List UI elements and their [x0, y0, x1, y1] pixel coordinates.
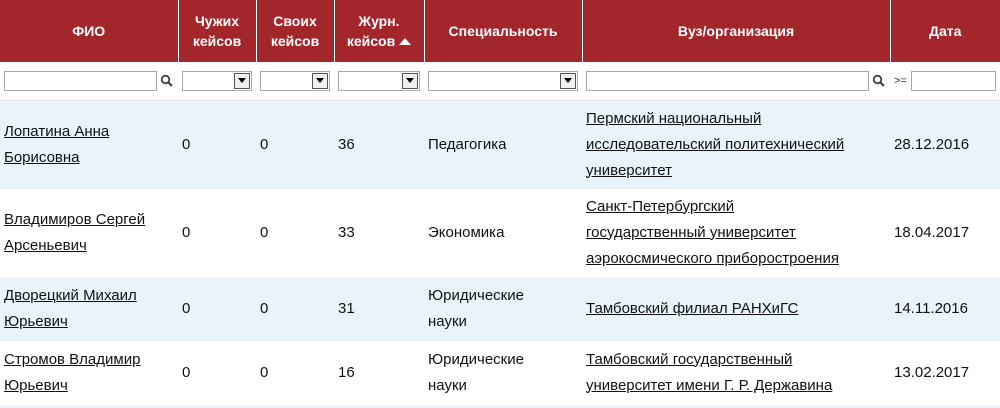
header-date[interactable]: Дата: [890, 0, 1000, 62]
header-own-cases[interactable]: Своих кейсов: [256, 0, 335, 62]
cell-journal-cases: 33: [334, 188, 424, 277]
other-cases-filter-select[interactable]: [182, 70, 252, 91]
filter-cell-other: [178, 62, 256, 101]
table-row-partial: [0, 404, 1000, 408]
specialty-filter-select[interactable]: [428, 70, 578, 91]
expert-name-link[interactable]: Лопатина Анна Борисовна: [4, 123, 109, 166]
chevron-down-icon: [316, 78, 324, 84]
cell-other-cases: 0: [178, 188, 256, 277]
organization-link[interactable]: Санкт-Петербургский государственный униве…: [586, 198, 839, 267]
cell-journal-cases: 36: [334, 100, 424, 189]
dropdown-button[interactable]: [402, 72, 418, 89]
organization-link[interactable]: Тамбовский государственный университет им…: [586, 351, 832, 394]
header-journal-cases[interactable]: Журн. кейсов: [334, 0, 425, 62]
table-row: Стромов Владимир Юрьевич 0 0 16 Юридическ…: [0, 340, 1000, 405]
cell-own-cases: 0: [256, 276, 334, 341]
cell-date: 28.12.2016: [890, 100, 1000, 189]
cell-journal-cases: 31: [334, 276, 424, 341]
header-other-cases[interactable]: Чужих кейсов: [178, 0, 257, 62]
filter-cell-name: [0, 62, 178, 101]
chevron-down-icon: [564, 78, 572, 84]
cell-empty: [334, 404, 424, 408]
dropdown-button[interactable]: [560, 72, 576, 89]
date-filter-input[interactable]: [910, 70, 996, 91]
expert-name-link[interactable]: Дворецкий Михаил Юрьевич: [4, 287, 137, 330]
filter-cell-specialty: [424, 62, 582, 101]
table-row: Лопатина Анна Борисовна 0 0 36 Педагогика…: [0, 100, 1000, 189]
cell-name: Стромов Владимир Юрьевич: [0, 340, 178, 405]
cell-organization: Тамбовский государственный университет им…: [582, 340, 890, 405]
table-row: Дворецкий Михаил Юрьевич 0 0 31 Юридическ…: [0, 276, 1000, 341]
cell-own-cases: 0: [256, 188, 334, 277]
cell-specialty: Юридические науки: [424, 276, 582, 341]
filter-cell-date: >=: [890, 62, 1000, 101]
cell-organization: Тамбовский филиал РАНХиГС: [582, 276, 890, 341]
organization-link[interactable]: Пермский национальный исследовательский п…: [586, 110, 844, 179]
cell-specialty: Юридические науки: [424, 340, 582, 405]
header-name[interactable]: ФИО: [0, 0, 179, 62]
cell-specialty: Педагогика: [424, 100, 582, 189]
sort-ascending-icon: [399, 38, 412, 45]
cell-other-cases: 0: [178, 340, 256, 405]
cell-empty: [890, 404, 1000, 408]
cell-other-cases: 0: [178, 276, 256, 341]
dropdown-button[interactable]: [312, 72, 328, 89]
name-filter-input[interactable]: [4, 70, 157, 91]
organization-filter-input[interactable]: [586, 70, 869, 91]
cell-name: Лопатина Анна Борисовна: [0, 100, 178, 189]
cell-empty: [0, 404, 178, 408]
cell-other-cases: 0: [178, 100, 256, 189]
search-icon[interactable]: [160, 74, 174, 88]
chevron-down-icon: [406, 78, 414, 84]
header-organization[interactable]: Вуз/организация: [582, 0, 891, 62]
experts-table: ФИО Чужих кейсов Своих кейсов Журн. кейсов …: [0, 0, 1000, 408]
date-operator-label: >=: [894, 74, 907, 87]
expert-name-link[interactable]: Стромов Владимир Юрьевич: [4, 351, 140, 394]
cell-organization: Пермский национальный исследовательский п…: [582, 100, 890, 189]
cell-empty: [424, 404, 582, 408]
cell-journal-cases: 16: [334, 340, 424, 405]
organization-link[interactable]: Тамбовский филиал РАНХиГС: [586, 300, 798, 317]
cell-name: Владимиров Сергей Арсеньевич: [0, 188, 178, 277]
own-cases-filter-select[interactable]: [260, 70, 330, 91]
cell-empty: [256, 404, 334, 408]
cell-organization: Санкт-Петербургский государственный униве…: [582, 188, 890, 277]
dropdown-button[interactable]: [234, 72, 250, 89]
filter-cell-journal: [334, 62, 424, 101]
cell-date: 14.11.2016: [890, 276, 1000, 341]
cell-empty: [178, 404, 256, 408]
filter-cell-organization: [582, 62, 890, 101]
table-row: Владимиров Сергей Арсеньевич 0 0 33 Эконо…: [0, 188, 1000, 277]
chevron-down-icon: [238, 78, 246, 84]
cell-date: 13.02.2017: [890, 340, 1000, 405]
header-specialty[interactable]: Специальность: [424, 0, 583, 62]
cell-specialty: Экономика: [424, 188, 582, 277]
cell-date: 18.04.2017: [890, 188, 1000, 277]
filter-row: >=: [0, 62, 1000, 101]
expert-name-link[interactable]: Владимиров Сергей Арсеньевич: [4, 211, 145, 254]
cell-empty: [582, 404, 890, 408]
filter-cell-own: [256, 62, 334, 101]
cell-own-cases: 0: [256, 100, 334, 189]
header-row: ФИО Чужих кейсов Своих кейсов Журн. кейсов …: [0, 0, 1000, 62]
journal-cases-filter-select[interactable]: [338, 70, 420, 91]
search-icon[interactable]: [872, 74, 886, 88]
cell-name: Дворецкий Михаил Юрьевич: [0, 276, 178, 341]
cell-own-cases: 0: [256, 340, 334, 405]
